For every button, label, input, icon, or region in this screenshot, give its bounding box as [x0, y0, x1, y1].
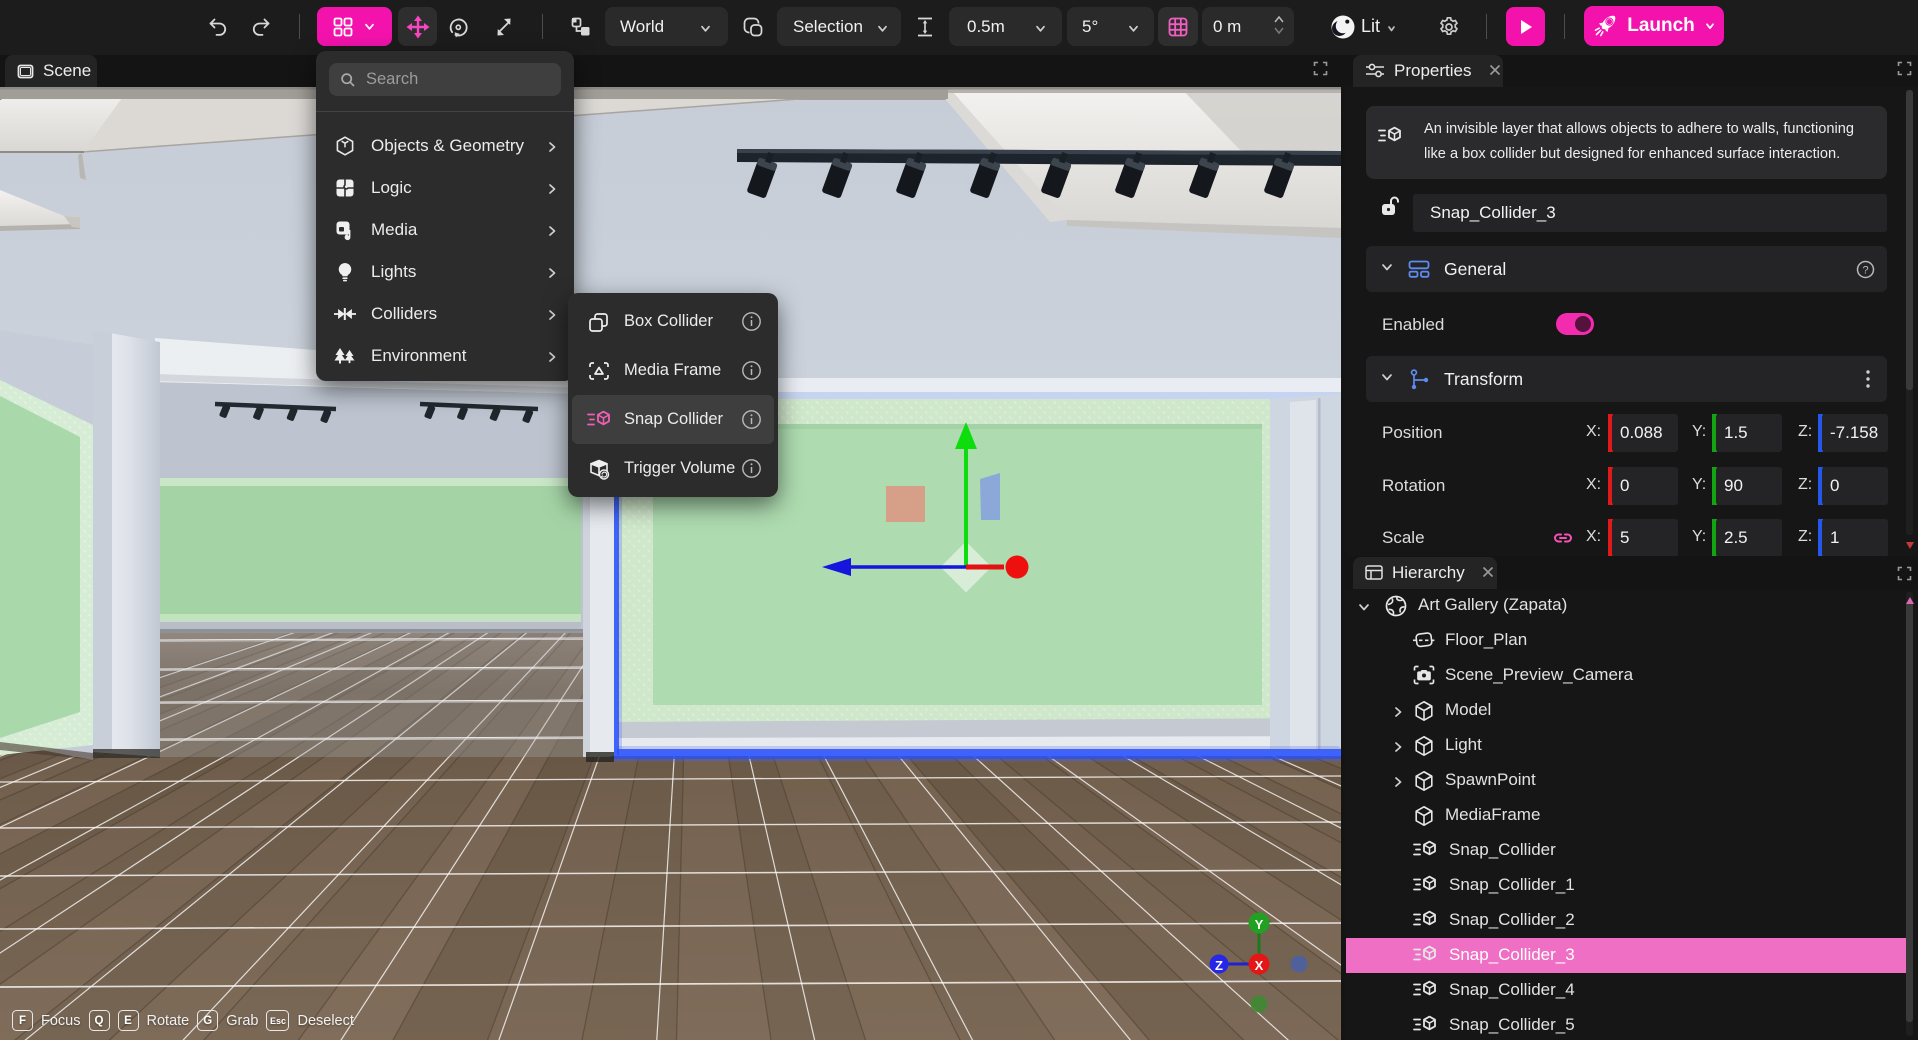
svg-text:?: ? — [1862, 264, 1868, 276]
svg-text:Y: Y — [1255, 917, 1264, 932]
svg-text:X: X — [1255, 958, 1264, 973]
svg-text:Z: Z — [1215, 958, 1223, 973]
